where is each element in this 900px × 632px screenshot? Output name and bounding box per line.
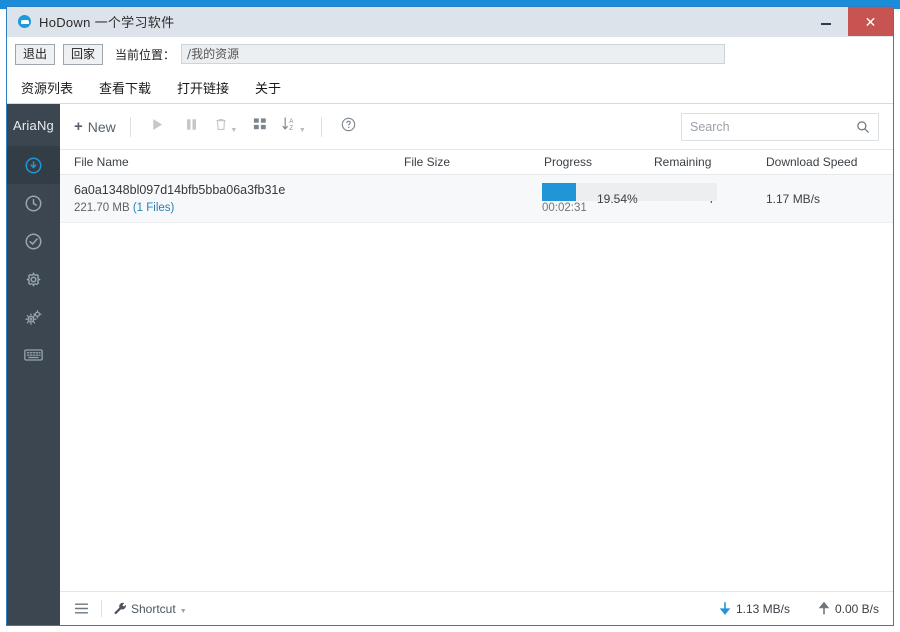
search-input[interactable] xyxy=(690,119,856,134)
cell-file-name: 6a0a1348bl097d14bfb5bba06a3fb31e 221.70 … xyxy=(74,183,404,214)
question-circle-icon xyxy=(341,117,356,137)
status-divider xyxy=(101,600,102,617)
column-header-download-speed[interactable]: Download Speed xyxy=(766,155,893,169)
progress-eta-text: 00:02:31 xyxy=(542,201,587,214)
sidebar-item-downloading[interactable] xyxy=(7,146,60,184)
sidebar-item-aria2-settings[interactable] xyxy=(7,260,60,298)
minimize-button[interactable] xyxy=(804,7,848,36)
upload-speed-text: 0.00 B/s xyxy=(834,601,879,616)
new-task-label: New xyxy=(87,118,116,135)
play-icon xyxy=(150,117,165,137)
chevron-down-icon: ▼ xyxy=(230,126,238,134)
file-size-text: 221.70 MB (1 Files) xyxy=(74,202,404,214)
toolbar-divider xyxy=(129,116,131,137)
svg-text:A: A xyxy=(289,118,294,125)
cloud-icon xyxy=(18,15,31,28)
menu-item-open-link[interactable]: 打开链接 xyxy=(177,78,229,97)
path-input[interactable]: /我的资源 xyxy=(181,44,725,64)
menu-item-view-downloads[interactable]: 查看下载 xyxy=(99,78,151,97)
minimize-icon xyxy=(821,23,831,25)
download-speed-text: 1.13 MB/s xyxy=(735,601,790,616)
sort-alpha-icon: A Z xyxy=(282,116,297,137)
menu-item-resource-list[interactable]: 资源列表 xyxy=(21,78,73,97)
gears-icon xyxy=(24,309,43,326)
body: AriaNg + New ▼ A Z ▼ Search File Name Fi… xyxy=(7,103,893,625)
cell-progress: 19.54% 00:02:31 xyxy=(542,182,717,214)
plus-icon: + xyxy=(74,118,83,135)
window-controls: ✕ xyxy=(804,7,893,36)
progress-percent-text: 19.54% xyxy=(597,191,638,206)
sidebar: AriaNg xyxy=(7,104,60,625)
toolbar-divider-2 xyxy=(320,116,322,137)
search-icon[interactable] xyxy=(856,120,870,134)
title-bar: HoDown 一个学习软件 ✕ xyxy=(7,7,893,37)
status-bar: Shortcut ▼ 1.13 MB/s 0.00 B/s xyxy=(60,591,893,625)
search-box[interactable] xyxy=(681,112,879,141)
exit-button[interactable]: 退出 xyxy=(15,43,56,65)
file-name-text: 6a0a1348bl097d14bfb5bba06a3fb31e xyxy=(74,183,286,197)
sidebar-item-waiting[interactable] xyxy=(7,184,60,222)
trash-icon xyxy=(214,117,228,137)
pause-button[interactable] xyxy=(179,113,205,141)
hamburger-icon[interactable] xyxy=(74,602,89,615)
window-title: HoDown 一个学习软件 xyxy=(39,15,175,30)
chevron-down-icon: ▼ xyxy=(179,608,187,615)
svg-text:Z: Z xyxy=(289,125,293,132)
shortcut-label: Shortcut xyxy=(131,601,176,616)
download-arrow-icon xyxy=(25,157,42,174)
sidebar-brand: AriaNg xyxy=(13,117,54,133)
wrench-icon xyxy=(114,602,127,615)
chevron-down-icon: ▼ xyxy=(298,126,306,134)
column-header-remaining[interactable]: Remaining xyxy=(654,155,766,169)
shortcut-button[interactable]: Shortcut ▼ xyxy=(114,602,187,616)
new-task-button[interactable]: + New xyxy=(74,118,116,135)
main-menu: 资源列表 查看下载 打开链接 关于 xyxy=(7,71,893,103)
pause-icon xyxy=(184,117,199,137)
content-area: + New ▼ A Z ▼ Search File Name File Size… xyxy=(60,104,893,625)
table-header: File Name File Size Progress Remaining D… xyxy=(60,150,893,175)
view-toggle-button[interactable] xyxy=(247,113,273,141)
application-window: HoDown 一个学习软件 ✕ 仅供学习使用。 退出 回家 当前位置： /我的资… xyxy=(6,6,894,626)
global-upload-speed: 0.00 B/s xyxy=(818,602,879,616)
keyboard-icon xyxy=(24,348,43,362)
task-list: 6a0a1348bl097d14bfb5bba06a3fb31e 221.70 … xyxy=(60,175,893,591)
file-size-value: 221.70 MB xyxy=(74,202,130,214)
arrow-up-icon xyxy=(818,602,830,615)
start-button[interactable] xyxy=(145,113,171,141)
sort-button[interactable]: A Z ▼ xyxy=(281,113,307,141)
menu-item-about[interactable]: 关于 xyxy=(255,78,281,97)
cell-download-speed: 1.17 MB/s xyxy=(766,191,821,206)
sidebar-item-ariang-settings[interactable] xyxy=(7,298,60,336)
gear-icon xyxy=(25,271,42,288)
grid-icon xyxy=(253,117,267,136)
close-button[interactable]: ✕ xyxy=(848,7,893,36)
column-header-file-name[interactable]: File Name xyxy=(74,155,404,169)
arrow-down-icon xyxy=(719,602,731,615)
progress-bar-fill xyxy=(542,182,577,201)
sidebar-item-console[interactable] xyxy=(7,336,60,374)
column-header-progress[interactable]: Progress xyxy=(544,155,654,169)
address-bar: 退出 回家 当前位置： /我的资源 xyxy=(7,37,893,71)
screen: HoDown 一个学习软件 ✕ 仅供学习使用。 退出 回家 当前位置： /我的资… xyxy=(0,0,900,632)
check-circle-icon xyxy=(25,233,42,250)
sidebar-item-stopped[interactable] xyxy=(7,222,60,260)
location-label: 当前位置： xyxy=(115,47,176,62)
column-header-file-size[interactable]: File Size xyxy=(404,155,544,169)
global-download-speed: 1.13 MB/s xyxy=(719,602,790,616)
home-button[interactable]: 回家 xyxy=(63,43,104,65)
file-count-link[interactable]: (1 Files) xyxy=(133,202,175,214)
delete-button[interactable]: ▼ xyxy=(213,113,239,141)
table-row[interactable]: 6a0a1348bl097d14bfb5bba06a3fb31e 221.70 … xyxy=(60,175,893,223)
toolbar: + New ▼ A Z ▼ Search xyxy=(60,104,893,150)
clock-icon xyxy=(25,195,42,212)
help-button[interactable] xyxy=(336,113,362,141)
